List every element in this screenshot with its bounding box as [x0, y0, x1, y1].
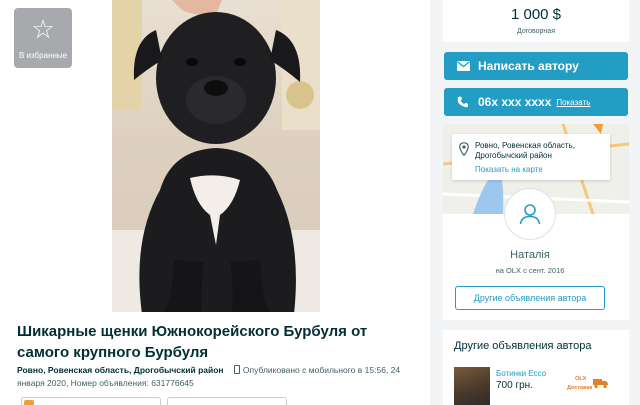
message-author-button[interactable]: Написать автору: [444, 52, 628, 80]
badge-olx-text: OLX: [575, 376, 587, 382]
olx-delivery-badge: OLX Доставка: [565, 376, 608, 392]
other-ad-thumbnail[interactable]: [454, 367, 490, 405]
map-location-text: Ровно, Ровенская область, Дрогобычский р…: [475, 141, 575, 160]
map-pin-icon: [459, 142, 469, 156]
envelope-icon: [456, 59, 470, 73]
other-ad-price: 700 грн.: [496, 380, 533, 391]
puppy-image: [112, 0, 320, 312]
ad-location: Ровно, Ровенская область, Дрогобычский р…: [17, 365, 224, 375]
message-author-label: Написать автору: [478, 59, 579, 73]
ad-meta: Ровно, Ровенская область, Дрогобычский р…: [17, 364, 417, 390]
ad-title: Шикарные щенки Южнокорейского Бурбуля от…: [17, 323, 368, 361]
other-ads-card: Другие объявления автора Ботинки Ессо 70…: [443, 330, 629, 405]
ad-photo[interactable]: [112, 0, 320, 312]
share-button[interactable]: [21, 397, 161, 405]
show-phone-link[interactable]: Показать: [556, 98, 590, 107]
ad-published-prefix: Опубликовано с мобильного: [242, 365, 356, 375]
ad-main-panel: ☆ В избранные Шикарные щенки Южнокорейск…: [0, 0, 430, 405]
phone-number: 06х ххх хххх: [478, 95, 552, 109]
price-value: 1 000 $: [510, 6, 562, 23]
location-box: Ровно, Ровенская область, Дрогобычский р…: [452, 134, 610, 180]
avatar[interactable]: [504, 188, 556, 240]
share-icon: [24, 400, 34, 405]
ad-actions: [17, 397, 417, 405]
price-card: 1 000 $ Договорная: [443, 0, 629, 42]
other-ads-button[interactable]: Другие объявления автора: [455, 286, 605, 310]
delivery-truck-icon: [593, 379, 608, 389]
favorite-label: В избранные: [18, 50, 68, 60]
other-ads-heading: Другие объявления автора: [454, 340, 592, 352]
seller-since: на OLX с сент. 2016: [495, 266, 565, 275]
seller-name[interactable]: Наталія: [443, 249, 617, 261]
show-on-map-link[interactable]: Показать на карте: [475, 165, 543, 174]
photo-gallery[interactable]: ☆ В избранные: [0, 0, 430, 312]
favorite-button[interactable]: ☆ В избранные: [14, 8, 72, 68]
user-icon: [519, 204, 541, 225]
show-phone-button[interactable]: 06х ххх хххх Показать: [444, 88, 628, 116]
other-ad-title[interactable]: Ботинки Ессо: [496, 369, 546, 378]
phone-icon: [456, 95, 470, 109]
badge-delivery-text: Доставка: [567, 385, 593, 391]
seller-card: Ровно, Ровенская область, Дрогобычский р…: [443, 124, 629, 320]
star-icon: ☆: [31, 14, 55, 45]
complain-button[interactable]: [167, 397, 287, 405]
price-negotiable: Договорная: [517, 28, 555, 35]
mobile-icon: [233, 365, 240, 374]
